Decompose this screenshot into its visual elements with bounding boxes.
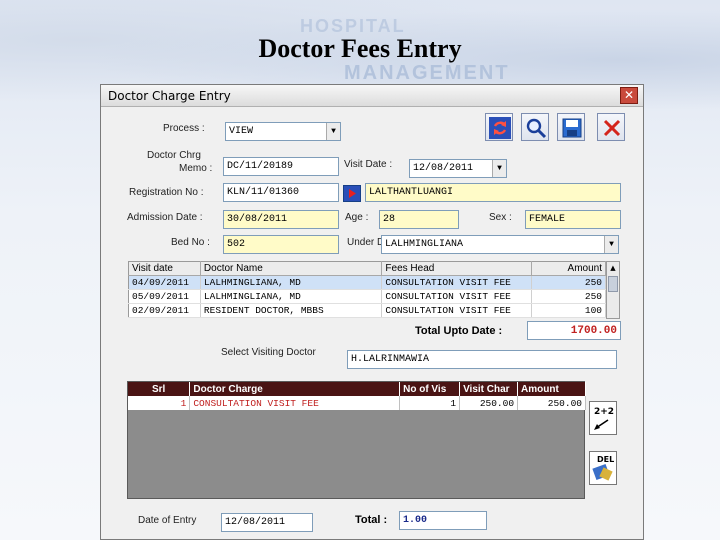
patient-name-field: LALTHANTLUANGI [365, 183, 621, 202]
table-cell: 1 [128, 396, 191, 410]
column-header[interactable]: Fees Head [381, 261, 533, 276]
table-header-row: Srl Doctor Charge No of Vis Visit Char A… [128, 382, 586, 396]
table-cell: 100 [531, 303, 606, 318]
under-doctor-value: LALHMINGLIANA [385, 239, 464, 250]
scrollbar-thumb[interactable] [608, 276, 618, 292]
table-cell: 04/09/2011 [128, 275, 201, 290]
table-row[interactable]: 1 CONSULTATION VISIT FEE 1 250.00 250.00 [128, 396, 586, 410]
column-header[interactable]: Amount [531, 261, 606, 276]
table-cell: LALHMINGLIANA, MD [200, 289, 383, 304]
scroll-up-icon[interactable]: ▲ [607, 262, 619, 274]
table-cell: CONSULTATION VISIT FEE [189, 396, 401, 410]
total-upto-date-field: 1700.00 [527, 321, 621, 340]
column-header[interactable]: Doctor Name [200, 261, 383, 276]
doctor-charge-entry-window: Doctor Charge Entry ✕ Process : VIEW ▼ D… [100, 84, 644, 540]
table-row[interactable]: 02/09/2011 RESIDENT DOCTOR, MBBS CONSULT… [128, 303, 606, 318]
visiting-doctor-label: Select Visiting Doctor [221, 347, 316, 358]
charges-table: Srl Doctor Charge No of Vis Visit Char A… [128, 382, 586, 410]
process-select-value: VIEW [229, 126, 254, 137]
table-cell: 02/09/2011 [128, 303, 201, 318]
table-header-row: Visit date Doctor Name Fees Head Amount [128, 261, 606, 276]
total-upto-date-label: Total Upto Date : [415, 325, 503, 337]
sex-label: Sex : [489, 212, 512, 223]
visit-date-label: Visit Date : [344, 159, 393, 170]
visiting-doctor-field[interactable]: H.LALRINMAWIA [347, 350, 617, 369]
date-of-entry-field[interactable]: 12/08/2011 [221, 513, 313, 532]
table-cell: 250.00 [517, 396, 586, 410]
chevron-down-icon[interactable]: ▼ [492, 160, 506, 177]
age-field: 28 [379, 210, 459, 229]
table-cell: CONSULTATION VISIT FEE [381, 289, 533, 304]
column-header[interactable]: Visit Char [459, 382, 519, 396]
admission-date-field: 30/08/2011 [223, 210, 339, 229]
refresh-button[interactable] [485, 113, 513, 141]
save-icon [562, 118, 582, 138]
save-button[interactable] [557, 113, 585, 141]
refresh-icon [489, 117, 511, 139]
search-icon [526, 118, 547, 139]
bed-no-label: Bed No : [171, 237, 210, 248]
total-field: 1.00 [399, 511, 487, 530]
background-watermark-2: MANAGEMENT [344, 62, 510, 84]
chevron-down-icon[interactable]: ▼ [326, 123, 340, 140]
table-row[interactable]: 05/09/2011 LALHMINGLIANA, MD CONSULTATIO… [128, 289, 606, 304]
total-label: Total : [355, 514, 388, 526]
admission-date-label: Admission Date : [127, 212, 203, 223]
table-row[interactable]: 04/09/2011 LALHMINGLIANA, MD CONSULTATIO… [128, 275, 606, 290]
date-of-entry-label: Date of Entry [138, 515, 197, 526]
play-arrow-icon [349, 189, 356, 198]
visit-date-value: 12/08/2011 [413, 163, 474, 174]
column-header[interactable]: No of Vis [399, 382, 461, 396]
table-cell: RESIDENT DOCTOR, MBBS [200, 303, 383, 318]
memo-label-line1: Doctor Chrg [147, 150, 201, 161]
close-icon [603, 119, 621, 137]
cancel-button[interactable] [597, 113, 625, 141]
registration-lookup-button[interactable] [343, 185, 361, 202]
history-scrollbar[interactable]: ▲ [606, 261, 620, 319]
search-button[interactable] [521, 113, 549, 141]
registration-field[interactable]: KLN/11/01360 [223, 183, 339, 202]
table-cell: 250.00 [459, 396, 519, 410]
bed-no-field: 502 [223, 235, 339, 254]
sex-field: FEMALE [525, 210, 621, 229]
del-label: DEL [597, 455, 614, 464]
table-cell: 250 [531, 275, 606, 290]
visit-date-picker[interactable]: 12/08/2011 ▼ [409, 159, 507, 178]
age-label: Age : [345, 212, 369, 223]
chevron-down-icon[interactable]: ▼ [604, 236, 618, 253]
table-cell: 05/09/2011 [128, 289, 201, 304]
table-cell: LALHMINGLIANA, MD [200, 275, 383, 290]
slide-title: Doctor Fees Entry [258, 34, 462, 63]
column-header[interactable]: Amount [517, 382, 586, 396]
column-header[interactable]: Doctor Charge [189, 382, 401, 396]
column-header[interactable]: Srl [128, 382, 191, 396]
registration-label: Registration No : [129, 187, 204, 198]
table-cell: CONSULTATION VISIT FEE [381, 303, 533, 318]
under-doctor-select[interactable]: LALHMINGLIANA ▼ [381, 235, 619, 254]
visit-history-table: Visit date Doctor Name Fees Head Amount … [128, 261, 606, 318]
calculate-button[interactable]: 2+2 = [589, 401, 625, 435]
delete-icon: DEL [592, 455, 614, 481]
charges-grid: Srl Doctor Charge No of Vis Visit Char A… [127, 381, 586, 499]
memo-field[interactable]: DC/11/20189 [223, 157, 339, 176]
window-close-button[interactable]: ✕ [620, 87, 638, 104]
table-cell: 250 [531, 289, 606, 304]
table-cell: CONSULTATION VISIT FEE [381, 275, 533, 290]
window-titlebar: Doctor Charge Entry ✕ [101, 85, 643, 107]
calculator-icon: 2+2 = [594, 407, 625, 430]
table-cell: 1 [399, 396, 461, 410]
process-label: Process : [163, 123, 205, 134]
delete-button[interactable]: DEL [589, 451, 617, 485]
column-header[interactable]: Visit date [128, 261, 201, 276]
calc-label: 2+2 = [594, 407, 616, 417]
window-title: Doctor Charge Entry [108, 89, 231, 103]
memo-label-line2: Memo : [179, 163, 213, 174]
process-select[interactable]: VIEW ▼ [225, 122, 341, 141]
